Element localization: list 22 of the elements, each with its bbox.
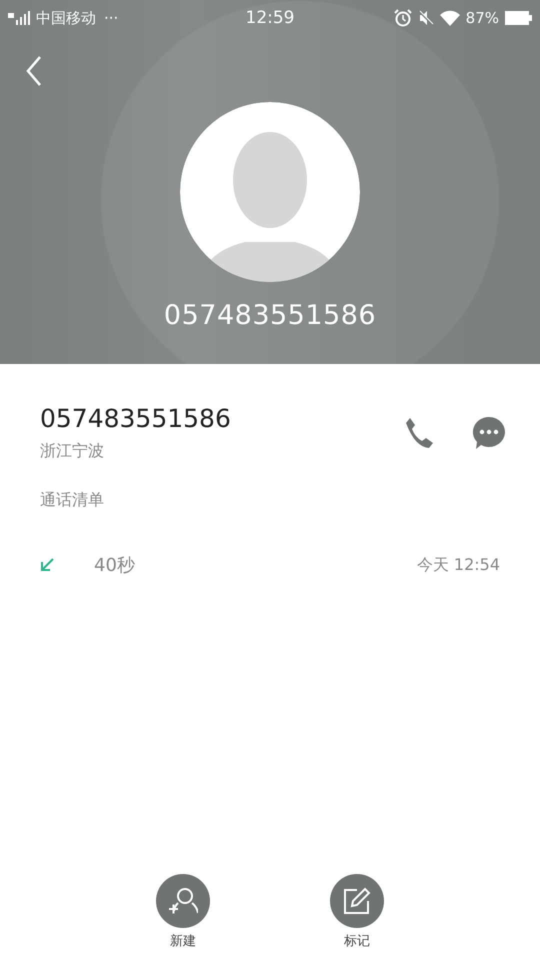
avatar-icon bbox=[180, 102, 360, 282]
alarm-icon bbox=[394, 9, 412, 27]
signal-icon bbox=[8, 11, 30, 25]
edit-icon bbox=[343, 887, 371, 915]
mute-icon bbox=[418, 10, 434, 26]
phone-number: 057483551586 bbox=[40, 404, 232, 433]
call-time: 今天 12:54 bbox=[416, 554, 500, 576]
battery-icon bbox=[505, 11, 532, 25]
wifi-icon bbox=[440, 10, 460, 26]
header-phone-number: 057483551586 bbox=[164, 300, 376, 331]
location-label: 浙江宁波 bbox=[40, 441, 105, 462]
phone-icon bbox=[404, 417, 434, 449]
battery-percent: 87% bbox=[466, 9, 499, 27]
carrier-name: 中国移动 bbox=[36, 8, 96, 28]
call-duration: 40秒 bbox=[94, 554, 135, 577]
incoming-arrow-icon bbox=[40, 558, 54, 572]
add-person-icon bbox=[168, 886, 198, 916]
clock-time: 12:59 bbox=[246, 8, 294, 28]
chat-bubble-icon bbox=[472, 416, 506, 450]
more-dots: ··· bbox=[104, 9, 118, 27]
call-log-title: 通话清单 bbox=[39, 489, 105, 511]
back-icon bbox=[26, 56, 42, 86]
